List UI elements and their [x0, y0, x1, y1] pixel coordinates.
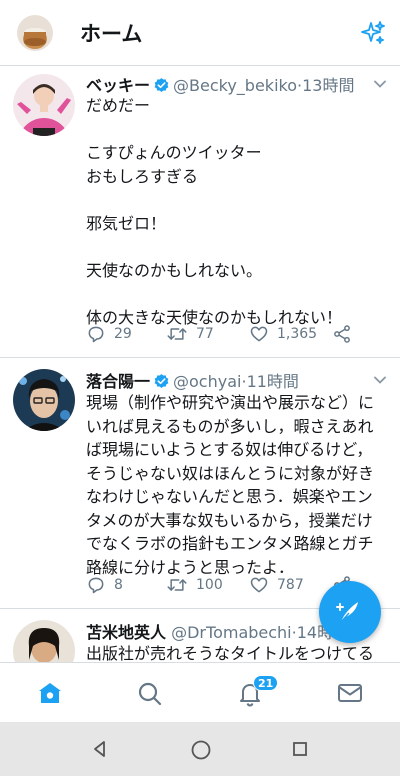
retweet-count: 77 [196, 326, 214, 342]
tweet-text: 出版社が売れそうなタイトルをつけてる [86, 644, 375, 662]
retweet-icon [167, 579, 187, 591]
notification-badge: 21 [253, 675, 279, 691]
tweet-avatar[interactable] [13, 620, 75, 662]
author-name[interactable]: 落合陽一 [86, 372, 150, 391]
tab-search[interactable] [100, 663, 200, 723]
retweet-count: 100 [196, 577, 223, 593]
tweet-avatar[interactable] [13, 369, 75, 431]
reply-icon [88, 577, 104, 594]
tweet-text: 現場（制作や研究や演出や展示など）にいれば見えるものが多いし，暇さえあれば現場に… [86, 393, 375, 577]
home-circle-icon [191, 740, 211, 760]
heart-icon [250, 577, 268, 593]
heart-icon [250, 326, 268, 342]
reply-count: 8 [114, 577, 123, 593]
tweet-actions: 8 100 787 [86, 575, 360, 597]
reply-icon [88, 326, 104, 343]
profile-avatar[interactable] [17, 15, 53, 51]
tweet-card[interactable]: 落合陽一 @ochyai·11時間 現場（制作や研究や演出や展示など）にいれば見え… [0, 358, 400, 609]
tab-home[interactable] [0, 663, 100, 723]
author-handle[interactable]: @Becky_bekiko [173, 76, 297, 95]
chevron-down-icon[interactable] [372, 76, 388, 92]
like-button[interactable]: 787 [249, 575, 304, 595]
back-triangle-icon [94, 741, 105, 757]
like-count: 787 [277, 577, 304, 593]
reply-button[interactable]: 29 [86, 324, 132, 344]
tweet-actions: 29 77 1,365 [86, 324, 360, 346]
envelope-icon [338, 684, 362, 702]
reply-count: 29 [114, 326, 132, 342]
tab-messages[interactable] [300, 663, 400, 723]
share-icon [334, 325, 350, 343]
retweet-button[interactable]: 100 [166, 575, 223, 595]
author-handle[interactable]: @ochyai [173, 372, 241, 391]
tweet-text: だめだー こすぴょんのツイッター おもしろすぎる 邪気ゼロ！ 天使なのかもしれな… [86, 96, 343, 327]
compose-tweet-button[interactable] [319, 581, 381, 643]
retweet-icon [167, 328, 187, 340]
reply-button[interactable]: 8 [86, 575, 123, 595]
system-navigation-bar [0, 722, 400, 776]
tab-notifications[interactable]: 21 [200, 663, 300, 723]
tweet-time[interactable]: 11時間 [247, 372, 299, 391]
chevron-down-icon[interactable] [372, 372, 388, 388]
system-home-button[interactable] [170, 722, 230, 776]
recents-square-icon [293, 742, 307, 756]
author-name[interactable]: ベッキー [86, 76, 150, 95]
share-button[interactable] [332, 324, 352, 344]
like-button[interactable]: 1,365 [249, 324, 317, 344]
author-handle[interactable]: @DrTomabechi [171, 623, 292, 642]
tweet-time[interactable]: 13時間 [302, 76, 354, 95]
top-app-bar: ホーム [0, 0, 400, 66]
tweet-card[interactable]: ベッキー @Becky_bekiko·13時間 だめだー こすぴょんのツイッター … [0, 67, 400, 358]
page-title: ホーム [80, 22, 143, 46]
sparkle-icon[interactable] [360, 20, 386, 46]
system-back-button[interactable] [70, 722, 130, 776]
tweet-avatar[interactable] [13, 74, 75, 136]
search-icon [138, 682, 162, 706]
system-recents-button[interactable] [270, 722, 330, 776]
bottom-tab-bar: 21 [0, 662, 400, 722]
timeline-feed[interactable]: ベッキー @Becky_bekiko·13時間 だめだー こすぴょんのツイッター … [0, 67, 400, 662]
home-icon [39, 683, 61, 703]
author-name[interactable]: 苫米地英人 [86, 623, 166, 642]
compose-feather-icon [336, 602, 358, 623]
like-count: 1,365 [277, 326, 318, 342]
retweet-button[interactable]: 77 [166, 324, 214, 344]
